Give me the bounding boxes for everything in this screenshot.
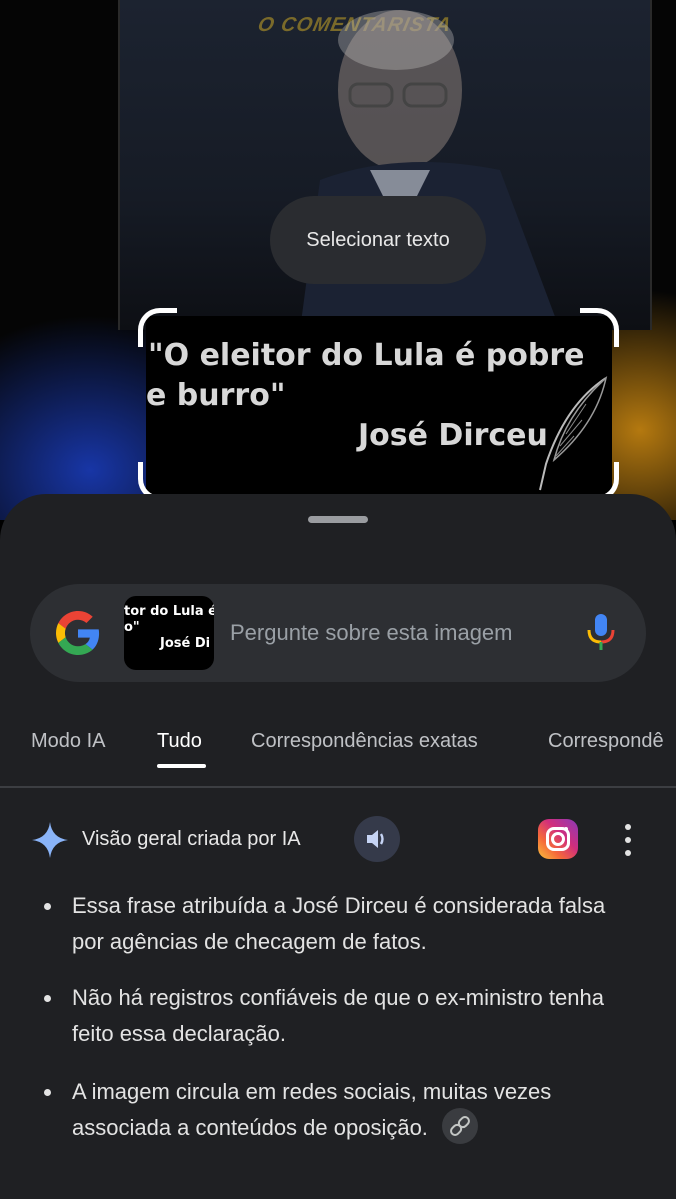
bullet-text: Não há registros confiáveis de que o ex-… — [72, 985, 604, 1046]
bullet-text: Essa frase atribuída a José Dirceu é con… — [72, 893, 606, 954]
quote-line-1: "O eleitor do Lula é pobre — [148, 338, 585, 373]
quote-author: José Dirceu — [358, 418, 548, 453]
more-vert-icon[interactable] — [620, 822, 636, 858]
bullet-text: A imagem circula em redes sociais, muita… — [72, 1079, 552, 1140]
link-icon — [450, 1116, 470, 1137]
thumb-text-2: o" — [124, 620, 140, 635]
sheet-drag-handle[interactable] — [308, 516, 368, 523]
select-text-button[interactable]: Selecionar texto — [270, 196, 486, 284]
thumb-text-1: tor do Lula é — [124, 604, 214, 619]
instagram-icon[interactable] — [538, 819, 578, 859]
search-bar[interactable]: tor do Lula é o" José Di Pergunte sobre … — [30, 584, 646, 682]
tabs-divider — [0, 786, 676, 788]
microphone-icon[interactable] — [586, 612, 616, 652]
ai-overview-title: Visão geral criada por IA — [82, 828, 301, 850]
google-logo-icon — [56, 611, 100, 655]
tab-exact-matches[interactable]: Correspondências exatas — [251, 730, 478, 753]
tab-partial-matches[interactable]: Correspondê — [548, 730, 664, 753]
query-image-thumbnail[interactable]: tor do Lula é o" José Di — [124, 596, 214, 670]
search-input[interactable]: Pergunte sobre esta imagem — [230, 620, 513, 646]
list-item: A imagem circula em redes sociais, muita… — [44, 1074, 632, 1147]
list-item: Não há registros confiáveis de que o ex-… — [44, 980, 632, 1052]
results-sheet: tor do Lula é o" José Di Pergunte sobre … — [0, 494, 676, 1199]
quote-card[interactable]: "O eleitor do Lula é pobre e burro" José… — [146, 316, 612, 494]
sparkle-icon — [32, 822, 68, 858]
ai-overview-header: Visão geral criada por IA — [0, 816, 676, 864]
active-tab-indicator — [157, 764, 206, 768]
select-text-label: Selecionar texto — [306, 228, 450, 251]
tab-tudo[interactable]: Tudo — [157, 730, 202, 753]
thumb-text-3: José Di — [160, 636, 211, 651]
list-item: Essa frase atribuída a José Dirceu é con… — [44, 888, 632, 960]
quote-line-2: e burro" — [146, 378, 286, 413]
source-link-button[interactable] — [442, 1108, 479, 1145]
listen-button[interactable] — [354, 816, 400, 862]
tab-modo-ia[interactable]: Modo IA — [31, 730, 105, 753]
speaker-icon — [367, 830, 384, 848]
selection-corner-top-left[interactable] — [138, 308, 177, 347]
results-tabs: Modo IA Tudo Correspondências exatas Cor… — [0, 726, 676, 788]
